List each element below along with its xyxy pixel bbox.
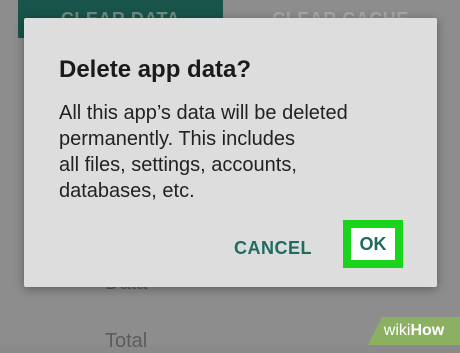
dialog-message-line: databases, etc. xyxy=(59,180,195,202)
cancel-button[interactable]: CANCEL xyxy=(234,238,312,259)
ok-button[interactable]: OK xyxy=(351,228,395,260)
dialog-message-line: all files, settings, accounts, xyxy=(59,154,297,176)
dialog-message-line: All this app’s data will be deleted xyxy=(59,102,348,124)
watermark-prefix: wiki xyxy=(383,322,411,339)
wikihow-watermark: wiki How xyxy=(368,317,460,345)
watermark-suffix: How xyxy=(410,322,445,339)
dialog-title: Delete app data? xyxy=(59,56,252,83)
dialog-message: All this app’s data will be deleted perm… xyxy=(59,100,429,204)
total-label: Total xyxy=(105,330,148,352)
delete-app-data-dialog: Delete app data? All this app’s data wil… xyxy=(24,18,437,287)
dialog-message-line: permanently. This includes xyxy=(59,128,296,150)
